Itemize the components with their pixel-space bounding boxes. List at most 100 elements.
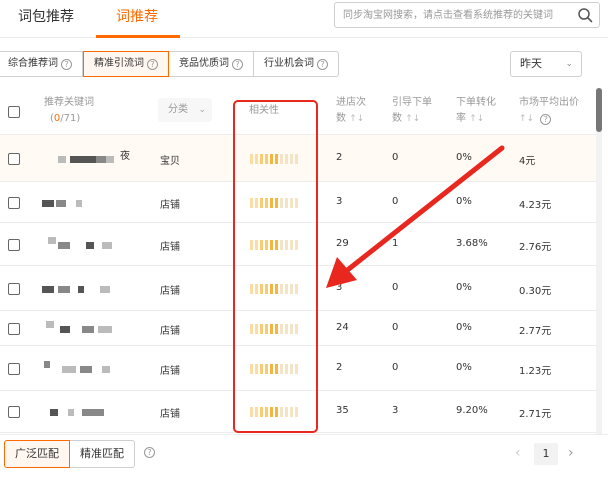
cell-conversion: 0% <box>456 282 472 293</box>
select-all-checkbox[interactable] <box>8 106 20 118</box>
exact-match-button[interactable]: 精准匹配 <box>70 440 135 468</box>
keyword-blur-block <box>82 409 104 416</box>
cell-visits: 2 <box>336 152 343 163</box>
keyword-blur-block <box>46 321 54 328</box>
header-conversion-line2: 率 <box>456 113 466 124</box>
header-orders-line1: 引导下单 <box>392 97 432 108</box>
row-checkbox[interactable] <box>8 363 20 375</box>
cell-avg-price: 2.77元 <box>519 326 552 337</box>
cell-avg-price: 4元 <box>519 156 536 167</box>
keyword-blur-block <box>42 200 54 207</box>
cell-avg-price: 1.23元 <box>519 366 552 377</box>
header-conversion[interactable]: 下单转化 率 ↑↓ <box>456 95 496 127</box>
cell-conversion: 0% <box>456 362 472 373</box>
top-tab-bar: 词包推荐 词推荐 <box>0 0 608 38</box>
keyword-tail: 夜 <box>120 151 130 162</box>
keyword-blurred[interactable] <box>42 403 142 421</box>
row-checkbox[interactable] <box>8 406 20 418</box>
keyword-blur-block <box>78 286 84 293</box>
header-orders[interactable]: 引导下单 数 ↑↓ <box>392 95 432 127</box>
keyword-blurred[interactable] <box>42 320 142 338</box>
category-filter[interactable]: 分类 ⌄ <box>158 98 212 122</box>
prev-page-icon[interactable]: ‹ <box>515 445 521 461</box>
row-checkbox[interactable] <box>8 153 20 165</box>
broad-match-button[interactable]: 广泛匹配 <box>4 440 70 468</box>
tab-word-recommend[interactable]: 词推荐 <box>116 6 158 26</box>
subtab-industry[interactable]: 行业机会词? <box>254 51 339 77</box>
row-checkbox[interactable] <box>8 197 20 209</box>
keyword-blur-block <box>106 156 114 163</box>
cell-visits: 24 <box>336 322 349 333</box>
cell-orders: 0 <box>392 152 399 163</box>
current-page[interactable]: 1 <box>534 443 558 465</box>
cell-visits: 2 <box>336 362 343 373</box>
search-input[interactable] <box>335 3 573 27</box>
header-price-line1: 市场平均出价 <box>519 97 579 108</box>
keyword-blur-block <box>48 237 56 244</box>
header-keyword: 推荐关键词 (0/71) <box>44 95 94 127</box>
cell-orders: 0 <box>392 196 399 207</box>
date-select[interactable]: 昨天 ⌄ <box>510 51 582 77</box>
scrollbar-track[interactable] <box>596 88 602 434</box>
cell-orders: 3 <box>392 405 399 416</box>
keyword-blur-block <box>80 366 92 373</box>
date-select-value: 昨天 <box>520 57 542 70</box>
header-orders-line2: 数 <box>392 113 402 124</box>
subtab-label: 综合推荐词 <box>8 58 58 69</box>
question-mark-icon[interactable]: ? <box>540 114 552 125</box>
subtab-comprehensive[interactable]: 综合推荐词? <box>0 51 83 77</box>
category-filter-label: 分类 <box>168 104 188 115</box>
tab-word-package[interactable]: 词包推荐 <box>18 6 74 26</box>
scrollbar-thumb[interactable] <box>596 88 602 132</box>
keyword-blurred[interactable] <box>42 194 142 212</box>
next-page-icon[interactable]: › <box>568 445 574 461</box>
keyword-blur-block <box>76 200 82 207</box>
cell-conversion: 0% <box>456 322 472 333</box>
keyword-blurred[interactable] <box>42 360 142 378</box>
keyword-blur-block <box>102 242 112 249</box>
row-checkbox[interactable] <box>8 239 20 251</box>
header-visits[interactable]: 进店次 数 ↑↓ <box>336 95 366 127</box>
keyword-count: (0/71) <box>50 113 81 124</box>
search-icon[interactable] <box>577 7 593 23</box>
search-box <box>334 2 600 28</box>
keyword-type-tabs: 综合推荐词? 精准引流词? 竞品优质词? 行业机会词? <box>0 51 339 77</box>
cell-orders: 1 <box>392 238 399 249</box>
subtab-competitor[interactable]: 竞品优质词? <box>169 51 254 77</box>
keyword-blur-block <box>56 200 66 207</box>
row-checkbox[interactable] <box>8 283 20 295</box>
cell-category: 店铺 <box>160 200 180 211</box>
relevance-highlight-box <box>233 100 318 433</box>
bottom-bar: 广泛匹配 精准匹配 ? ‹ 1 › <box>0 434 608 477</box>
question-mark-icon[interactable]: ? <box>317 59 328 70</box>
sort-icon[interactable]: ↑↓ <box>469 114 484 124</box>
keyword-blurred[interactable] <box>42 236 142 254</box>
question-mark-icon[interactable]: ? <box>147 59 158 70</box>
keyword-blur-block <box>58 242 70 249</box>
keyword-blur-block <box>100 286 110 293</box>
keyword-blurred[interactable] <box>42 280 142 298</box>
cell-category: 店铺 <box>160 366 180 377</box>
match-type-group: 广泛匹配 精准匹配 <box>4 440 135 468</box>
subtab-label: 精准引流词 <box>94 58 144 69</box>
keyword-blur-block <box>62 366 76 373</box>
cell-avg-price: 2.71元 <box>519 409 552 420</box>
header-visits-line2: 数 <box>336 113 346 124</box>
header-avg-price[interactable]: 市场平均出价 ↑↓ ? <box>519 95 579 127</box>
subtab-precise-traffic[interactable]: 精准引流词? <box>83 51 169 77</box>
keyword-blur-block <box>58 156 66 163</box>
cell-category: 店铺 <box>160 326 180 337</box>
keyword-blurred[interactable]: 夜 <box>42 150 142 168</box>
cell-visits: 29 <box>336 238 349 249</box>
question-mark-icon[interactable]: ? <box>144 447 155 458</box>
subtab-label: 竞品优质词 <box>179 58 229 69</box>
question-mark-icon[interactable]: ? <box>232 59 243 70</box>
cell-visits: 3 <box>336 282 343 293</box>
sort-icon[interactable]: ↑↓ <box>349 114 364 124</box>
row-checkbox[interactable] <box>8 323 20 335</box>
keyword-blur-block <box>86 242 94 249</box>
question-mark-icon[interactable]: ? <box>61 59 72 70</box>
sort-icon[interactable]: ↑↓ <box>519 114 534 124</box>
keyword-count-total: /71 <box>60 113 77 124</box>
sort-icon[interactable]: ↑↓ <box>405 114 420 124</box>
